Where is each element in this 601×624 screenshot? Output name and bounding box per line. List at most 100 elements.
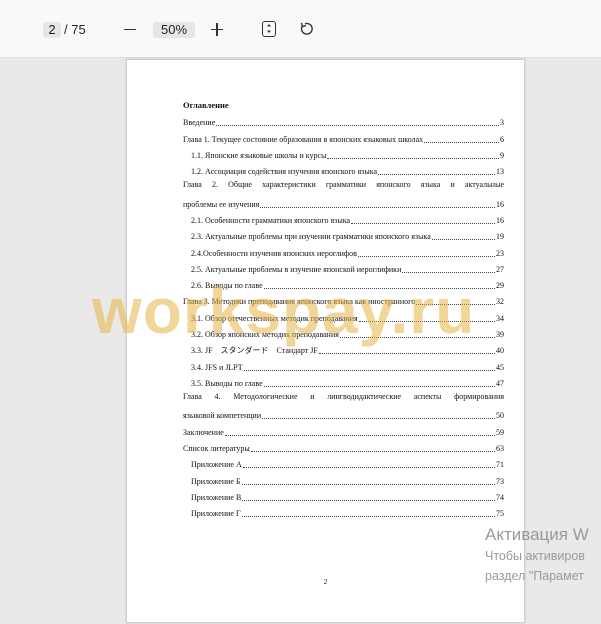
toc-page-number: 23 — [496, 248, 504, 258]
toc-entry[interactable]: 2.5. Актуальные проблемы в изучение япон… — [183, 259, 504, 275]
page-total-label: / 75 — [64, 22, 86, 37]
toc-entry-text: Глава 4. Методологические и лингводидакт… — [183, 391, 504, 401]
toc-entry-text: 3.3. JF スタンダード Стандарт JF — [191, 346, 318, 356]
toc-page-number: 29 — [496, 281, 504, 291]
zoom-level-input[interactable]: 50% — [153, 22, 195, 38]
toc-dot-leader — [431, 239, 495, 241]
toc-entry-text: 2.1. Особенности грамматики японского яз… — [191, 215, 351, 225]
toc-dot-leader — [351, 222, 495, 224]
toc-entry-text: Глава 2. Общие характеристики грамматики… — [183, 180, 504, 190]
toc-page-number: 75 — [496, 509, 504, 519]
toc-page-number: 45 — [496, 362, 504, 372]
toc-entry[interactable]: 1.1. Японские языковые школы и курсы 9 — [183, 145, 504, 161]
toc-list: Введение 3 Глава 1. Текущее состояние обра… — [183, 112, 504, 519]
toc-dot-leader — [241, 483, 495, 485]
zoom-out-icon[interactable] — [123, 20, 137, 40]
table-of-contents: Оглавление Введение 3 Глава 1. Текущее сос… — [183, 98, 504, 519]
document-page: Оглавление Введение 3 Глава 1. Текущее сос… — [126, 59, 525, 623]
toc-entry[interactable]: Приложение Б 73 — [183, 470, 504, 486]
toc-page-number: 74 — [496, 492, 504, 502]
toc-page-number: 13 — [496, 167, 504, 177]
toc-page-number: 16 — [496, 215, 504, 225]
toc-entry[interactable]: Введение 3 — [183, 112, 504, 128]
toc-entry-text: Список литературы — [183, 444, 250, 454]
toc-entry[interactable]: 3.5. Выводы по главе 47 — [183, 373, 504, 389]
toc-dot-leader — [263, 288, 495, 290]
toc-page-number: 16 — [496, 199, 504, 209]
toc-entry[interactable]: Глава 3. Методики преподавания японского… — [183, 291, 504, 307]
toc-entry-line: языковой компетенции 50 — [183, 405, 504, 422]
toc-entry[interactable]: 2.3. Актуальные проблемы при изучении гр… — [183, 226, 504, 242]
toc-entry-text: 2.3. Актуальные проблемы при изучении гр… — [191, 232, 431, 242]
toc-page-number: 50 — [496, 411, 504, 421]
toc-dot-leader — [416, 304, 495, 306]
toc-dot-leader — [260, 206, 495, 208]
toc-entry-text: Глава 1. Текущее состояние образования в… — [183, 134, 424, 144]
toc-entry-text: 1.1. Японские языковые школы и курсы — [191, 150, 327, 160]
toc-entry-text: 2.6. Выводы по главе — [191, 281, 263, 291]
toc-entry[interactable]: Приложение В 74 — [183, 487, 504, 503]
toc-page-number: 34 — [496, 313, 504, 323]
toc-entry[interactable]: Глава 4. Методологические и лингводидакт… — [183, 389, 504, 422]
activation-title: Активация W — [485, 525, 589, 544]
toc-entry-text: 3.1. Обзор отечественных методик препода… — [191, 313, 358, 323]
toc-page-number: 6 — [500, 134, 504, 144]
toc-entry[interactable]: 3.2. Обзор японских методик преподавания… — [183, 324, 504, 340]
toc-entry[interactable]: 3.3. JF スタンダード Стандарт JF 40 — [183, 340, 504, 356]
toc-page-number: 19 — [496, 232, 504, 242]
toc-entry[interactable]: Приложение А 71 — [183, 454, 504, 470]
toc-page-number: 32 — [496, 297, 504, 307]
toc-entry[interactable]: 2.1. Особенности грамматики японского яз… — [183, 210, 504, 226]
toc-entry-text: Введение — [183, 118, 216, 128]
toc-entry-text: 3.4. JFS и JLPT — [191, 362, 243, 372]
toc-dot-leader — [402, 271, 495, 273]
toc-entry[interactable]: Глава 2. Общие характеристики грамматики… — [183, 177, 504, 210]
activation-line-2: раздел "Парамет — [485, 569, 584, 583]
toc-dot-leader — [242, 499, 495, 501]
page-footer-number: 2 — [323, 578, 328, 586]
toc-page-number: 27 — [496, 264, 504, 274]
toc-dot-leader — [378, 174, 495, 176]
toc-entry-text: Приложение Б — [191, 476, 241, 486]
zoom-in-icon[interactable] — [210, 22, 224, 38]
toc-dot-leader — [243, 369, 495, 371]
rotate-icon[interactable] — [299, 21, 315, 37]
toc-entry[interactable]: Заключение 59 — [183, 421, 504, 437]
toc-dot-leader — [339, 337, 495, 339]
toc-dot-leader — [250, 451, 495, 453]
toc-dot-leader — [242, 467, 495, 469]
toc-page-number: 71 — [496, 460, 504, 470]
toc-page-number: 73 — [496, 476, 504, 486]
toc-dot-leader — [263, 385, 495, 387]
toc-dot-leader — [318, 353, 495, 355]
toc-page-number: 63 — [496, 444, 504, 454]
toc-entry[interactable]: Глава 1. Текущее состояние образования в… — [183, 128, 504, 144]
toc-entry[interactable]: 2.6. Выводы по главе 29 — [183, 275, 504, 291]
toc-dot-leader — [424, 141, 499, 143]
toc-entry[interactable]: Приложение Г 75 — [183, 503, 504, 519]
toc-entry[interactable]: 2.4.Особенности изучения японских иерогл… — [183, 242, 504, 258]
toc-entry-text: 3.5. Выводы по главе — [191, 378, 263, 388]
toc-entry-text: Приложение А — [191, 460, 242, 470]
toc-entry[interactable]: 3.1. Обзор отечественных методик препода… — [183, 307, 504, 323]
toc-dot-leader — [241, 516, 495, 518]
toc-entry-text: Приложение Г — [191, 509, 241, 519]
toc-entry-text-continued: проблемы ее изучения — [183, 199, 260, 209]
toc-dot-leader — [216, 125, 499, 127]
toc-entry[interactable]: 1.2. Ассоциация содействия изучения япон… — [183, 161, 504, 177]
page-number-input[interactable]: 2 — [43, 22, 61, 38]
toc-entry[interactable]: 3.4. JFS и JLPT 45 — [183, 356, 504, 372]
fit-page-icon[interactable] — [262, 21, 276, 37]
toc-entry-text: Заключение — [183, 427, 224, 437]
toc-entry[interactable]: Список литературы 63 — [183, 438, 504, 454]
toc-dot-leader — [327, 157, 499, 159]
windows-activation-notice: Активация W Чтобы активиров раздел "Пара… — [485, 524, 589, 586]
toc-title: Оглавление — [183, 100, 229, 110]
toc-page-number: 47 — [496, 378, 504, 388]
activation-line-1: Чтобы активиров — [485, 549, 585, 563]
toc-page-number: 3 — [500, 118, 504, 128]
toc-entry-text: Приложение В — [191, 492, 242, 502]
toc-entry-text: 1.2. Ассоциация содействия изучения япон… — [191, 167, 378, 177]
toc-page-number: 39 — [496, 330, 504, 340]
toc-dot-leader — [224, 434, 495, 436]
